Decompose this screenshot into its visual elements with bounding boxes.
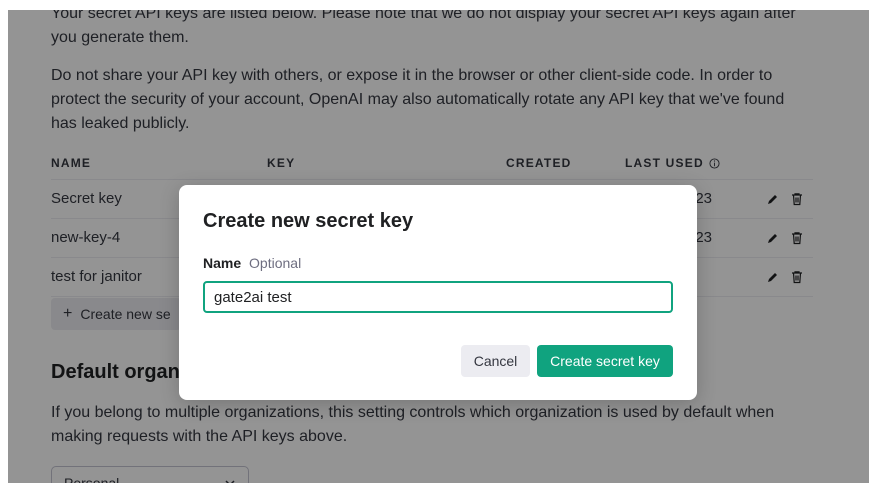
create-secret-key-dialog: Create new secret key Name Optional Canc… xyxy=(179,185,697,400)
name-field-label: Name Optional xyxy=(203,255,301,271)
name-label: Name xyxy=(203,255,242,271)
dialog-title: Create new secret key xyxy=(203,210,414,232)
cancel-button[interactable]: Cancel xyxy=(461,345,530,377)
api-keys-page: Your secret API keys are listed below. P… xyxy=(8,10,869,483)
create-secret-key-button[interactable]: Create secret key xyxy=(537,345,673,377)
optional-hint: Optional xyxy=(249,255,302,271)
key-name-input[interactable] xyxy=(203,281,673,313)
